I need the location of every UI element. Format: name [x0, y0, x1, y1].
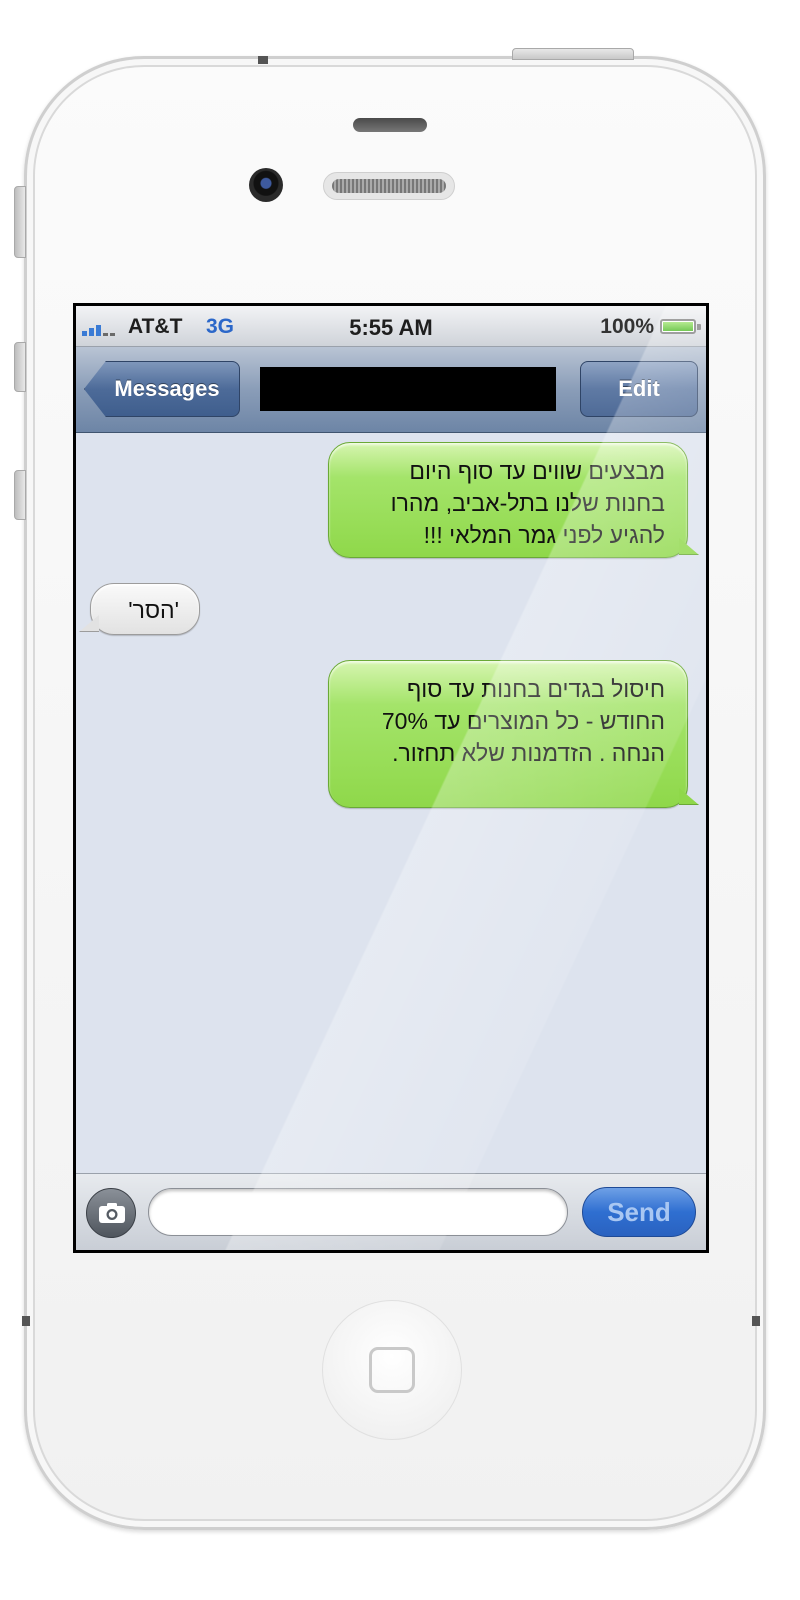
send-button[interactable]: Send — [582, 1187, 696, 1237]
earpiece-speaker — [323, 172, 455, 200]
messages-back-label: Messages — [114, 376, 220, 401]
screen-bezel: AT&T 3G 5:55 AM 100% Messages Edit מבצעי… — [73, 303, 709, 1253]
back-button-wrapper: Messages — [84, 361, 240, 417]
messages-app: AT&T 3G 5:55 AM 100% Messages Edit מבצעי… — [76, 306, 706, 1250]
antenna-band — [752, 1316, 760, 1326]
message-text: מבצעים שווים עד סוף היום בחנות שלנו בתל-… — [390, 458, 665, 548]
antenna-band — [22, 1316, 30, 1326]
sent-message-bubble[interactable]: מבצעים שווים עד סוף היום בחנות שלנו בתל-… — [328, 442, 688, 558]
message-text: 'הסר' — [128, 597, 179, 623]
front-camera — [249, 168, 283, 202]
status-bar: AT&T 3G 5:55 AM 100% — [76, 306, 706, 347]
navigation-bar: Messages Edit — [76, 347, 706, 433]
received-message-bubble[interactable]: 'הסר' — [90, 583, 200, 635]
sleep-button — [512, 48, 634, 60]
camera-button[interactable] — [86, 1188, 136, 1238]
volume-down-button — [14, 470, 26, 520]
battery-percent: 100% — [600, 315, 654, 338]
home-button[interactable] — [322, 1300, 462, 1440]
edit-label: Edit — [618, 376, 660, 401]
mute-switch — [14, 186, 26, 258]
battery-icon — [660, 319, 696, 334]
message-thread[interactable]: מבצעים שווים עד סוף היום בחנות שלנו בתל-… — [76, 433, 706, 1173]
message-input[interactable] — [148, 1188, 568, 1236]
proximity-sensor — [353, 118, 427, 132]
volume-up-button — [14, 342, 26, 392]
compose-bar: Send — [76, 1173, 706, 1250]
camera-icon — [99, 1203, 125, 1223]
messages-back-button[interactable]: Messages — [84, 361, 240, 417]
sent-message-bubble[interactable]: חיסול בגדים בחנות עד סוף החודש - כל המוצ… — [328, 660, 688, 808]
home-button-icon — [369, 1347, 415, 1393]
send-label: Send — [607, 1196, 671, 1227]
battery-terminal — [697, 324, 701, 330]
antenna-band — [258, 56, 268, 64]
edit-button[interactable]: Edit — [580, 361, 698, 417]
message-text: חיסול בגדים בחנות עד סוף החודש - כל המוצ… — [381, 676, 665, 766]
contact-title-redacted — [260, 367, 556, 411]
